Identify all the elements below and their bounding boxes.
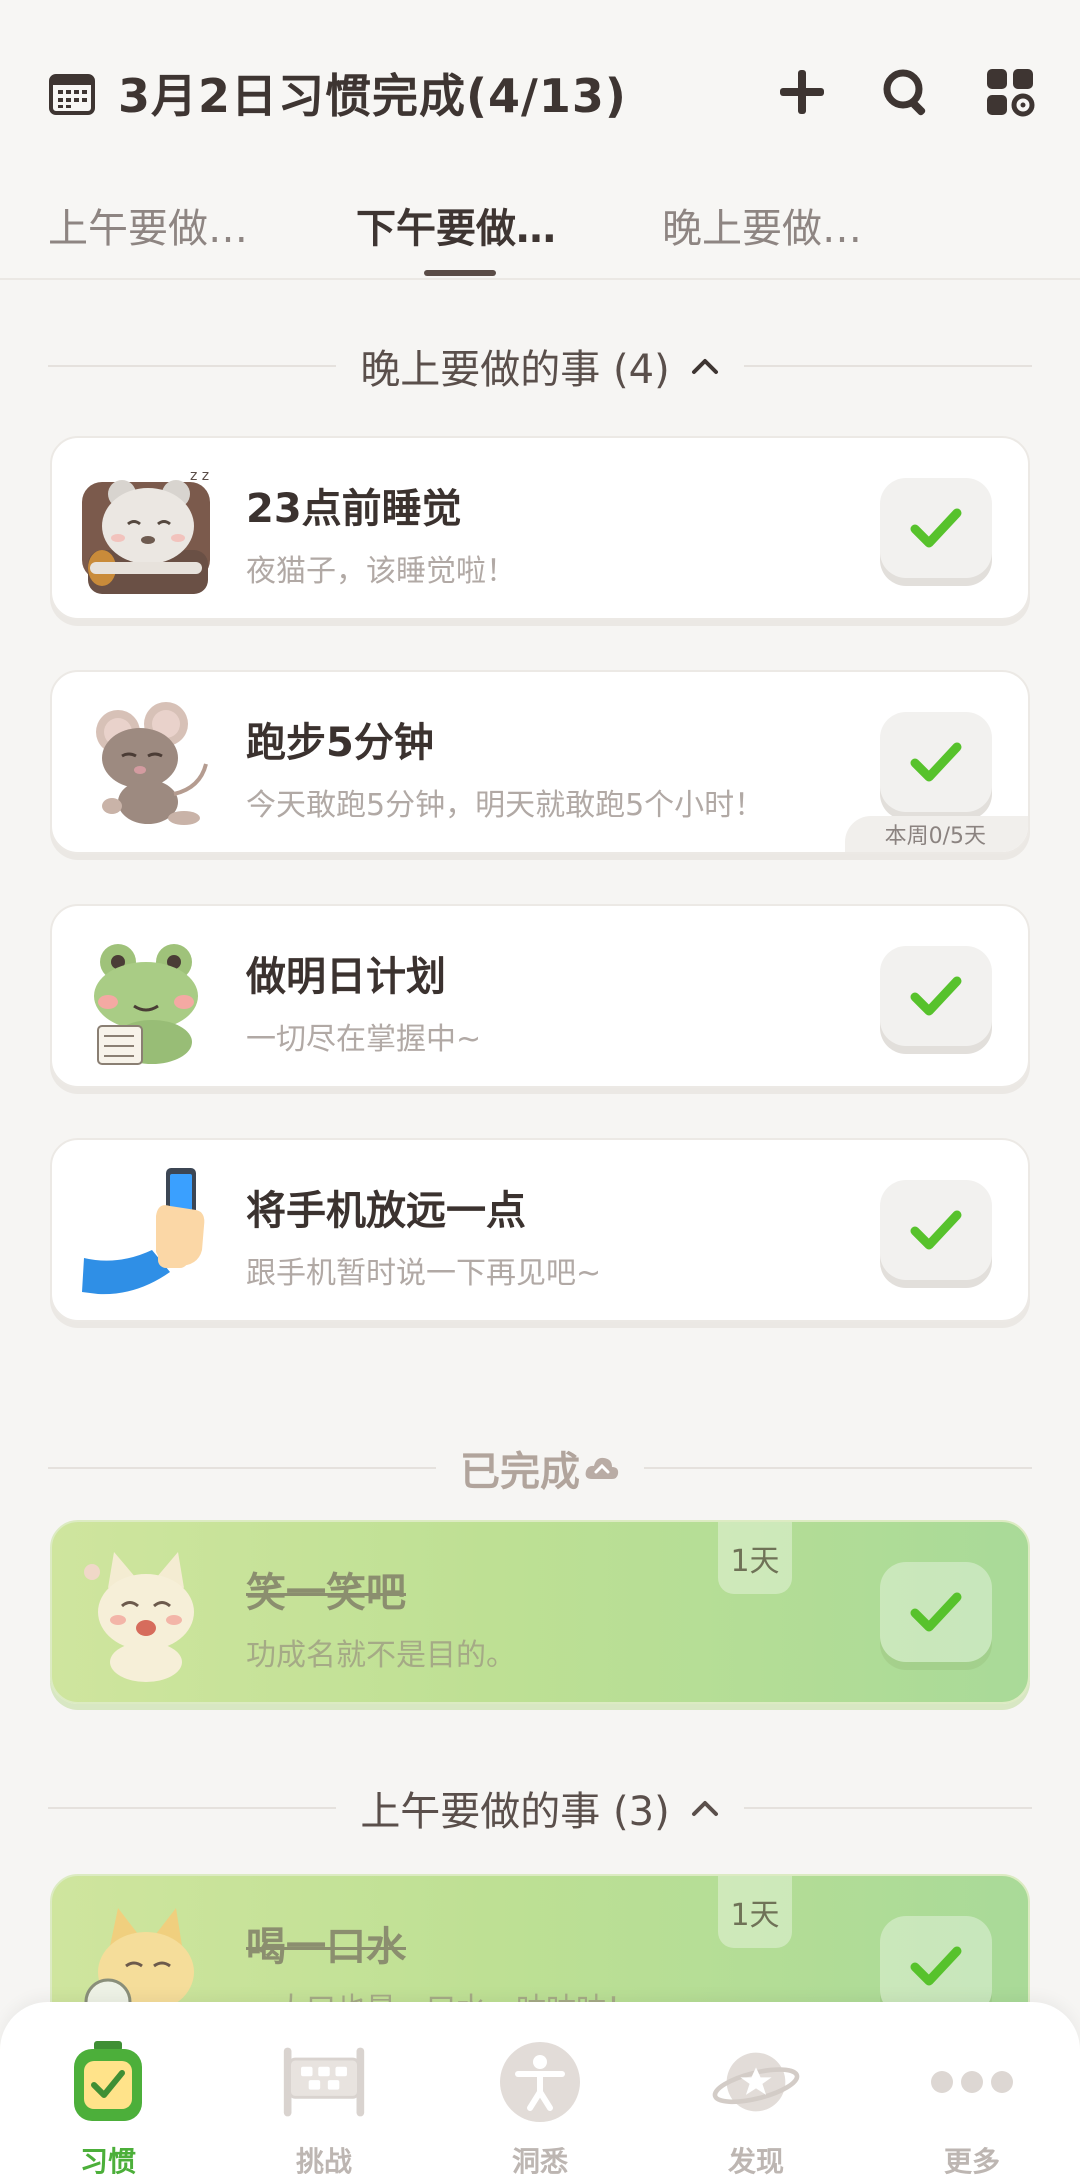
calendar-icon[interactable] (48, 69, 96, 117)
habit-card[interactable]: 做明日计划 一切尽在掌握中~ (50, 904, 1030, 1088)
divider (644, 1467, 1032, 1469)
habit-card[interactable]: 跑步5分钟 今天敢跑5分钟，明天就敢跑5个小时！ 本周0/5天 (50, 670, 1030, 854)
nav-label: 洞悉 (511, 2145, 568, 2176)
habit-description: 夜猫子，该睡觉啦！ (246, 554, 516, 589)
habit-name: 跑步5分钟 (246, 720, 434, 766)
habit-description: 功成名就不是目的。 (246, 1638, 516, 1673)
app-header: 3月2日习惯完成(4/13) 上午要做… 下午要做… 晚上要做… (0, 0, 1080, 280)
habit-card[interactable]: 将手机放远一点 跟手机暂时说一下再见吧~ (50, 1138, 1030, 1322)
check-button[interactable] (880, 1916, 992, 2016)
check-button[interactable] (880, 478, 992, 578)
check-button[interactable] (880, 946, 992, 1046)
habit-description: 跟手机暂时说一下再见吧~ (246, 1256, 602, 1291)
section-title: 已完成 (460, 1449, 580, 1495)
nav-label: 更多 (943, 2145, 1000, 2176)
bottom-nav: 习惯 挑战 洞悉 发现 更多 (0, 2002, 1080, 2176)
nav-label: 挑战 (295, 2145, 352, 2176)
add-habit-button[interactable] (772, 62, 832, 122)
tab-morning[interactable]: 上午要做… (48, 196, 248, 254)
check-button[interactable] (880, 712, 992, 812)
section-title: 上午要做的事 (3) (360, 1789, 670, 1835)
search-icon (883, 69, 926, 116)
streak-days-badge: 1天 (718, 1876, 792, 1948)
streak-days-badge: 1天 (718, 1522, 792, 1594)
section-header-evening[interactable]: 晚上要做的事 (4) (48, 336, 1032, 396)
checkmark-icon (910, 508, 962, 548)
nav-item-habits[interactable]: 习惯 (48, 2038, 168, 2176)
habit-name: 喝一口水 (246, 1924, 406, 1970)
time-tabs: 上午要做… 下午要做… 晚上要做… (0, 180, 1080, 280)
nav-label: 习惯 (79, 2145, 136, 2176)
divider (743, 1807, 1032, 1809)
active-tab-indicator (424, 270, 496, 276)
check-button[interactable] (880, 1180, 992, 1280)
nav-item-discover[interactable]: 发现 (696, 2038, 816, 2176)
section-header-completed[interactable]: 已完成 (48, 1438, 1032, 1498)
habit-description: 一切尽在掌握中~ (246, 1022, 482, 1057)
habit-name: 将手机放远一点 (246, 1188, 526, 1234)
title-row: 3月2日习惯完成(4/13) (48, 58, 1040, 128)
chevron-up-icon (691, 359, 718, 374)
laughing-cat-icon (84, 1552, 194, 1682)
cloud-up-icon (585, 1457, 619, 1479)
tab-evening[interactable]: 晚上要做… (662, 196, 862, 254)
divider (48, 1467, 436, 1469)
checkmark-icon (910, 742, 962, 782)
checkmark-icon (910, 976, 962, 1016)
grid-settings-icon (987, 69, 1035, 117)
checkmark-icon (910, 1946, 962, 1986)
habit-check-icon (74, 2041, 142, 2121)
habit-name: 做明日计划 (246, 954, 446, 1000)
check-button[interactable] (880, 1562, 992, 1662)
sleeping-bear-icon: z z (82, 468, 210, 594)
habit-name: 笑一笑吧 (246, 1570, 406, 1616)
divider (48, 1807, 337, 1809)
nav-item-insight[interactable]: 洞悉 (480, 2038, 600, 2176)
nav-item-more[interactable]: 更多 (912, 2038, 1032, 2176)
weekly-progress-badge: 本周0/5天 (844, 816, 1028, 852)
chevron-up-icon (691, 1801, 718, 1816)
habit-description: 今天敢跑5分钟，明天就敢跑5个小时！ (246, 788, 765, 823)
section-title: 晚上要做的事 (4) (360, 347, 670, 393)
tab-afternoon[interactable]: 下午要做… (356, 196, 556, 254)
hand-phone-icon (82, 1168, 205, 1295)
planet-discover-icon (712, 2052, 800, 2112)
divider (48, 365, 337, 367)
habit-name: 23点前睡觉 (246, 486, 462, 532)
page-title: 3月2日习惯完成(4/13) (118, 69, 627, 123)
divider (743, 365, 1032, 367)
plus-icon (780, 70, 824, 114)
search-button[interactable] (876, 62, 936, 122)
layout-settings-button[interactable] (980, 62, 1040, 122)
section-header-morning[interactable]: 上午要做的事 (3) (48, 1778, 1032, 1838)
habit-card[interactable]: z z 23点前睡觉 夜猫子，该睡觉啦！ (50, 436, 1030, 620)
checkmark-icon (910, 1592, 962, 1632)
completed-habit-card[interactable]: 笑一笑吧 功成名就不是目的。 1天 (50, 1520, 1030, 1704)
nav-label: 发现 (727, 2145, 784, 2176)
challenge-board-icon (283, 2047, 365, 2117)
checkmark-icon (910, 1210, 962, 1250)
person-insight-icon (500, 2042, 580, 2122)
nav-item-challenge[interactable]: 挑战 (264, 2038, 384, 2176)
frog-planning-icon (94, 944, 198, 1065)
more-dots-icon (931, 2071, 1013, 2093)
svg-text:z z: z z (190, 468, 209, 484)
running-mouse-icon (96, 702, 208, 825)
